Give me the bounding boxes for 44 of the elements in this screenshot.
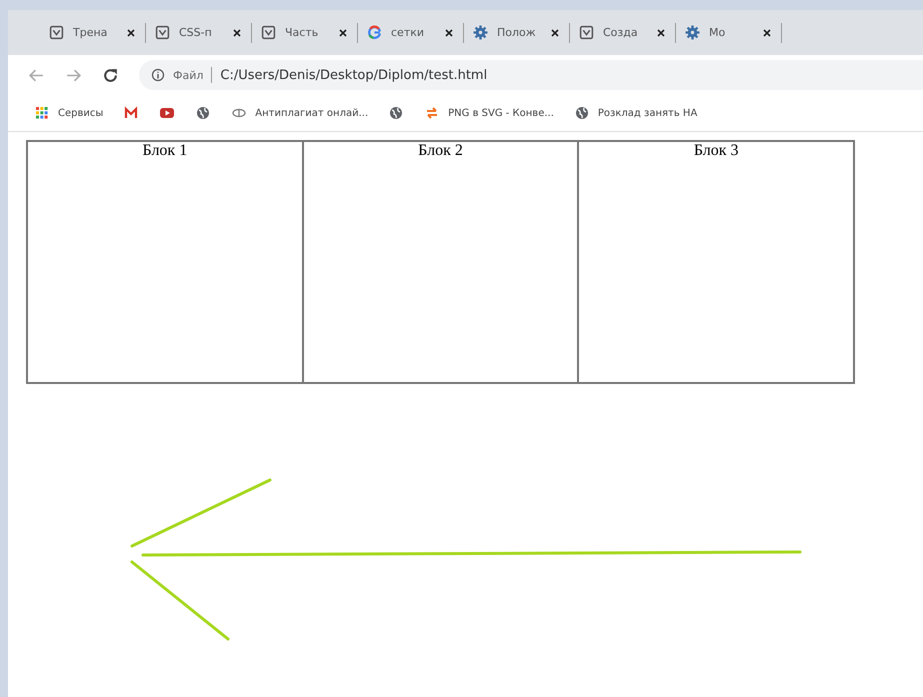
bookmark[interactable]: Антиплагиат онлай... (231, 106, 368, 120)
page-icon (261, 25, 276, 40)
bookmark[interactable] (195, 106, 212, 120)
globe-icon (574, 106, 590, 120)
bookmark[interactable] (123, 106, 140, 120)
browser-tab[interactable]: Трена (40, 22, 146, 42)
block-title: Блок 1 (142, 142, 188, 160)
bookmark[interactable]: Розклад занять НА (574, 106, 698, 120)
mail-icon (123, 106, 140, 120)
bookmark[interactable]: PNG в SVG - Конве... (424, 106, 554, 120)
browser-tab[interactable]: Созда (570, 22, 676, 42)
close-icon[interactable] (126, 28, 136, 38)
link-icon (231, 106, 248, 120)
url-text: C:/Users/Denis/Desktop/Diplom/test.html (220, 68, 488, 82)
gear-icon (473, 25, 488, 40)
play-icon (159, 106, 176, 120)
close-icon[interactable] (762, 28, 772, 38)
browser-tab[interactable]: Часть (252, 22, 358, 42)
browser-tab[interactable]: Полож (464, 22, 570, 42)
scheme-label: Файл (173, 68, 204, 82)
bookmark[interactable]: Сервисы (34, 106, 104, 120)
apps-grid-icon (34, 106, 50, 120)
reload-icon[interactable] (102, 66, 119, 84)
close-icon[interactable] (444, 28, 454, 38)
close-icon[interactable] (550, 28, 560, 38)
page-icon (155, 25, 170, 40)
browser-tab[interactable]: сетки (358, 22, 464, 42)
browser-tab[interactable]: Мо (676, 22, 782, 42)
globe-icon (388, 106, 404, 120)
block-title: Блок 3 (694, 142, 739, 160)
gear-icon (685, 25, 700, 40)
bookmark[interactable] (159, 106, 176, 120)
globe-icon (195, 106, 212, 120)
browser-tab[interactable]: CSS-п (146, 22, 252, 42)
address-field[interactable]: Файл C:/Users/Denis/Desktop/Diplom/test.html (139, 60, 923, 90)
google-icon (367, 25, 382, 40)
info-icon (151, 68, 165, 82)
close-icon[interactable] (232, 28, 242, 38)
page-icon (49, 25, 64, 40)
close-icon[interactable] (656, 28, 666, 38)
close-icon[interactable] (338, 28, 348, 38)
bookmark[interactable] (388, 106, 404, 120)
page-icon (579, 25, 594, 40)
block-title: Блок 2 (418, 142, 463, 160)
